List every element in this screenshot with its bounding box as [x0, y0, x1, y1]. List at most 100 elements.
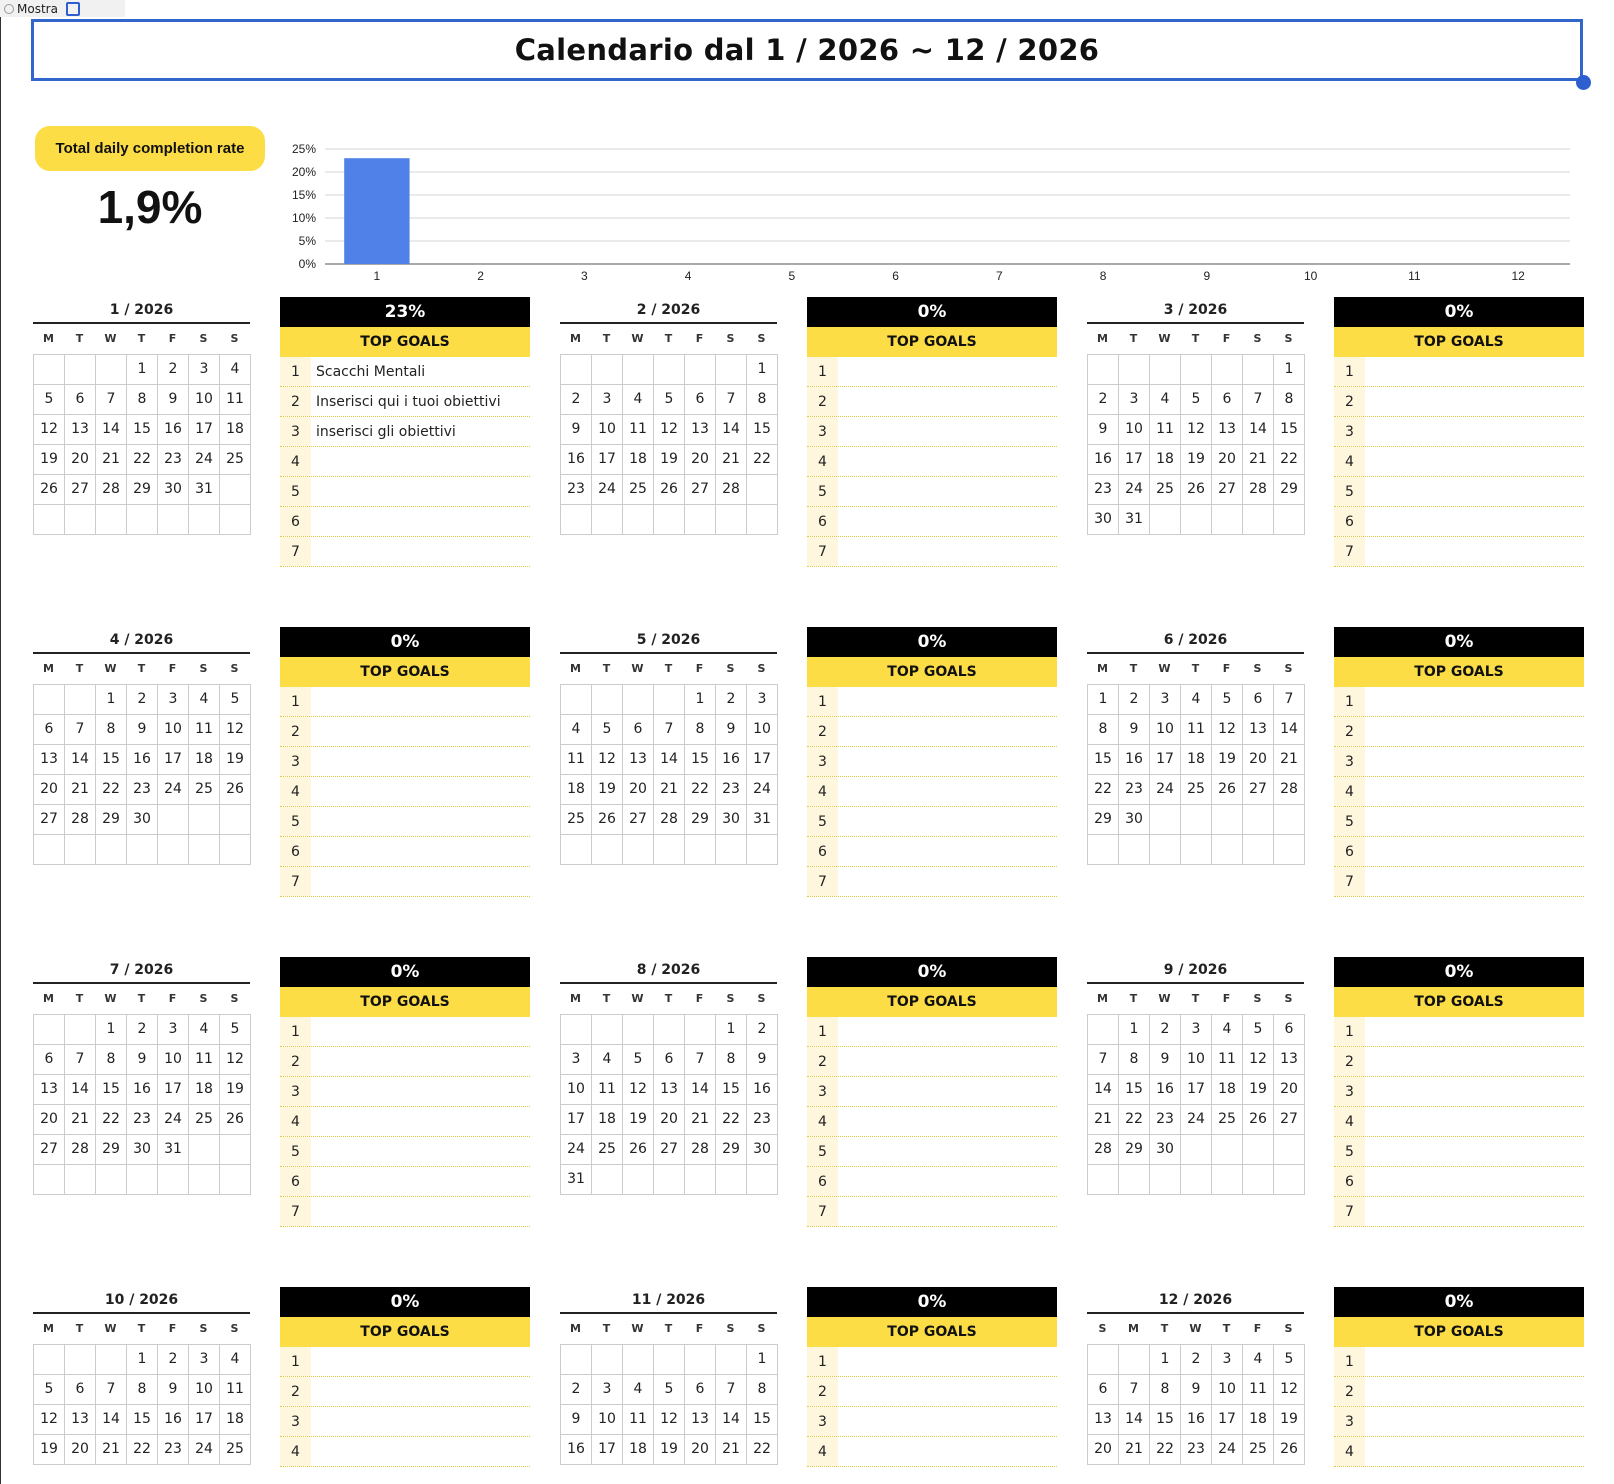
goal-text[interactable] [311, 867, 316, 896]
day-cell[interactable] [592, 685, 623, 715]
goal-row[interactable]: 6 [1334, 507, 1584, 537]
day-cell[interactable]: 22 [96, 775, 127, 805]
day-cell[interactable]: 22 [747, 445, 778, 475]
day-cell[interactable] [1243, 835, 1274, 865]
day-cell[interactable]: 4 [220, 355, 251, 385]
day-cell[interactable] [1243, 1165, 1274, 1195]
day-cell[interactable]: 7 [65, 1045, 96, 1075]
day-cell[interactable]: 20 [34, 775, 65, 805]
day-cell[interactable]: 19 [654, 1435, 685, 1465]
day-cell[interactable]: 9 [1150, 1045, 1181, 1075]
day-cell[interactable]: 7 [1119, 1375, 1150, 1405]
day-cell[interactable]: 19 [1212, 745, 1243, 775]
goal-text[interactable] [838, 1137, 843, 1166]
day-cell[interactable]: 8 [127, 385, 158, 415]
day-cell[interactable]: 1 [1274, 355, 1305, 385]
day-cell[interactable]: 22 [1150, 1435, 1181, 1465]
day-cell[interactable]: 27 [65, 475, 96, 505]
goal-row[interactable]: 4 [807, 447, 1057, 477]
day-cell[interactable]: 9 [716, 715, 747, 745]
chart-bar[interactable] [344, 158, 410, 264]
day-cell[interactable]: 11 [1243, 1375, 1274, 1405]
day-cell[interactable]: 26 [1243, 1105, 1274, 1135]
day-cell[interactable]: 18 [1212, 1075, 1243, 1105]
day-cell[interactable]: 16 [1150, 1075, 1181, 1105]
day-cell[interactable]: 20 [1274, 1075, 1305, 1105]
day-cell[interactable]: 25 [1150, 475, 1181, 505]
day-cell[interactable]: 13 [1243, 715, 1274, 745]
day-cell[interactable]: 2 [1150, 1015, 1181, 1045]
day-cell[interactable]: 16 [716, 745, 747, 775]
day-cell[interactable]: 3 [158, 685, 189, 715]
day-cell[interactable]: 7 [716, 1375, 747, 1405]
day-cell[interactable]: 30 [747, 1135, 778, 1165]
day-cell[interactable]: 28 [96, 475, 127, 505]
day-cell[interactable]: 31 [189, 475, 220, 505]
day-cell[interactable]: 15 [96, 1075, 127, 1105]
day-cell[interactable] [685, 1165, 716, 1195]
goal-text[interactable] [838, 1347, 843, 1376]
day-cell[interactable]: 13 [654, 1075, 685, 1105]
day-cell[interactable]: 30 [127, 805, 158, 835]
day-cell[interactable] [685, 505, 716, 535]
goal-text[interactable] [311, 477, 316, 506]
day-cell[interactable]: 2 [747, 1015, 778, 1045]
goal-text[interactable] [838, 837, 843, 866]
day-cell[interactable]: 1 [96, 1015, 127, 1045]
day-cell[interactable]: 20 [1243, 745, 1274, 775]
day-cell[interactable] [34, 1345, 65, 1375]
day-cell[interactable]: 15 [1119, 1075, 1150, 1105]
day-cell[interactable]: 5 [34, 1375, 65, 1405]
goal-row[interactable]: 6 [1334, 837, 1584, 867]
goal-row[interactable]: 4 [807, 1107, 1057, 1137]
day-cell[interactable]: 5 [1243, 1015, 1274, 1045]
goal-text[interactable] [838, 1407, 843, 1436]
day-cell[interactable]: 5 [623, 1045, 654, 1075]
day-cell[interactable] [34, 685, 65, 715]
day-cell[interactable]: 25 [561, 805, 592, 835]
day-cell[interactable] [1119, 835, 1150, 865]
goal-text[interactable] [838, 537, 843, 566]
day-cell[interactable]: 13 [34, 1075, 65, 1105]
goal-text[interactable] [311, 1107, 316, 1136]
day-cell[interactable]: 19 [220, 745, 251, 775]
day-cell[interactable]: 17 [592, 1435, 623, 1465]
day-cell[interactable]: 3 [1119, 385, 1150, 415]
day-cell[interactable] [1243, 805, 1274, 835]
goal-row[interactable]: 7 [1334, 867, 1584, 897]
goal-row[interactable]: 5 [807, 477, 1057, 507]
day-cell[interactable]: 25 [1243, 1435, 1274, 1465]
day-cell[interactable] [96, 505, 127, 535]
day-cell[interactable] [96, 835, 127, 865]
day-cell[interactable]: 10 [1212, 1375, 1243, 1405]
day-cell[interactable] [1181, 1135, 1212, 1165]
day-cell[interactable]: 18 [220, 1405, 251, 1435]
day-cell[interactable]: 6 [685, 1375, 716, 1405]
day-cell[interactable]: 28 [1274, 775, 1305, 805]
day-cell[interactable]: 8 [1119, 1045, 1150, 1075]
day-cell[interactable]: 20 [34, 1105, 65, 1135]
day-cell[interactable]: 4 [1212, 1015, 1243, 1045]
day-cell[interactable] [1274, 505, 1305, 535]
day-cell[interactable]: 16 [127, 745, 158, 775]
day-cell[interactable]: 28 [1088, 1135, 1119, 1165]
day-cell[interactable] [1274, 835, 1305, 865]
day-cell[interactable] [685, 1015, 716, 1045]
goal-text[interactable] [1365, 447, 1370, 476]
day-cell[interactable]: 24 [747, 775, 778, 805]
day-cell[interactable]: 14 [1243, 415, 1274, 445]
day-cell[interactable]: 16 [1088, 445, 1119, 475]
goal-row[interactable]: 6 [807, 507, 1057, 537]
goal-row[interactable]: 1 Scacchi Mentali [280, 357, 530, 387]
day-cell[interactable]: 7 [1274, 685, 1305, 715]
goal-text[interactable] [838, 717, 843, 746]
day-cell[interactable]: 27 [1274, 1105, 1305, 1135]
goal-text[interactable] [1365, 1197, 1370, 1226]
day-cell[interactable]: 7 [685, 1045, 716, 1075]
day-cell[interactable]: 1 [747, 1345, 778, 1375]
day-cell[interactable] [716, 835, 747, 865]
day-cell[interactable]: 24 [158, 775, 189, 805]
day-cell[interactable]: 26 [654, 475, 685, 505]
day-cell[interactable]: 7 [96, 1375, 127, 1405]
goal-row[interactable]: 4 [807, 777, 1057, 807]
